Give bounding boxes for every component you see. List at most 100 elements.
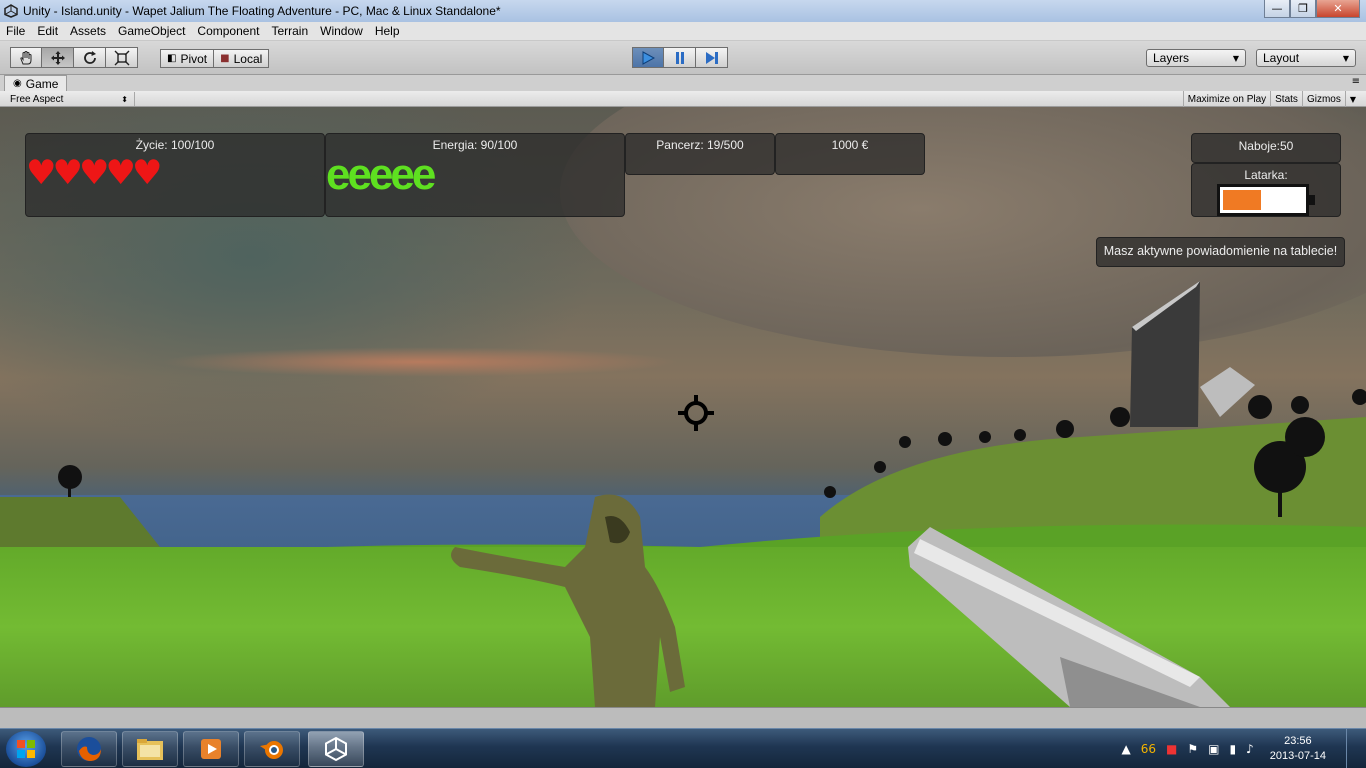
firefox-icon: [77, 737, 101, 761]
move-tool-button[interactable]: [42, 47, 74, 68]
taskbar-explorer[interactable]: [122, 731, 178, 767]
notification-text: Masz aktywne powiadomienie na tablecie!: [1103, 244, 1338, 258]
step-icon: [705, 51, 718, 64]
chevron-down-icon[interactable]: ▼: [1344, 91, 1360, 107]
health-hearts: ♥ ♥ ♥ ♥ ♥: [26, 156, 162, 190]
menu-assets[interactable]: Assets: [64, 24, 112, 38]
alien-creature: [451, 494, 685, 707]
unity-logo-icon: [3, 3, 19, 19]
unity-icon: [325, 736, 347, 762]
window-title: Unity - Island.unity - Wapet Jalium The …: [23, 4, 501, 18]
stats-toggle[interactable]: Stats: [1270, 91, 1302, 107]
rotate-tool-button[interactable]: [74, 47, 106, 68]
energy-panel: Energia: 90/100 eeeee: [325, 133, 625, 217]
close-button[interactable]: ✕: [1316, 0, 1360, 18]
rotate-icon: [83, 50, 96, 64]
armor-label: Pancerz: 19/500: [656, 138, 744, 152]
sunset-cloud: [160, 347, 680, 377]
clock-date: 2013-07-14: [1269, 750, 1326, 762]
flashlight-label: Latarka:: [1244, 168, 1288, 182]
system-tray: ▲ 66 ■ ⚑ ▣ ▮ ♪ 23:56 2013-07-14: [1121, 729, 1366, 768]
tab-game-label: Game: [25, 76, 59, 91]
menu-bar: File Edit Assets GameObject Component Te…: [0, 22, 1366, 41]
flashlight-panel: Latarka:: [1191, 163, 1341, 217]
cube-icon: ■: [220, 53, 230, 64]
scale-tool-button[interactable]: [106, 47, 138, 68]
play-icon: [642, 50, 655, 65]
menu-window[interactable]: Window: [314, 24, 369, 38]
local-button[interactable]: ■ Local: [214, 49, 270, 68]
move-arrows-icon: [50, 50, 65, 65]
windows-logo-icon: [17, 740, 35, 758]
battery-icon: [1217, 184, 1315, 216]
pivot-group: ◧ Pivot ■ Local: [160, 49, 270, 70]
start-button[interactable]: [6, 731, 46, 767]
menu-component[interactable]: Component: [191, 24, 265, 38]
taskbar-unity[interactable]: [308, 731, 364, 767]
windows-taskbar: ▲ 66 ■ ⚑ ▣ ▮ ♪ 23:56 2013-07-14: [0, 728, 1366, 768]
antivirus-icon[interactable]: ■: [1166, 742, 1177, 756]
local-label: Local: [233, 51, 263, 66]
battery-tip: [1309, 195, 1315, 205]
playback-controls: [632, 47, 728, 68]
menu-gameobject[interactable]: GameObject: [112, 24, 191, 38]
taskbar-media-player[interactable]: [183, 731, 239, 767]
transform-tools: [10, 47, 138, 68]
clock[interactable]: 23:56 2013-07-14: [1270, 734, 1326, 764]
status-bar: [0, 707, 1366, 728]
aspect-dropdown[interactable]: Free Aspect ⬍: [4, 92, 135, 106]
show-hidden-icons-icon[interactable]: ▲: [1121, 742, 1130, 756]
ammo-panel: Naboje:50: [1191, 133, 1341, 163]
minimize-button[interactable]: —: [1264, 0, 1290, 18]
pivot-icon: ◧: [167, 53, 177, 64]
game-view-toolbar: Free Aspect ⬍ Maximize on Play Stats Giz…: [0, 91, 1366, 107]
volume-icon[interactable]: ♪: [1246, 742, 1254, 756]
heart-icon: ♥: [131, 153, 163, 193]
health-panel: Życie: 100/100 ♥ ♥ ♥ ♥ ♥: [25, 133, 325, 217]
money-panel: 1000 €: [775, 133, 925, 175]
layout-dropdown[interactable]: Layout ▼: [1256, 49, 1356, 67]
show-desktop-button[interactable]: [1346, 729, 1358, 768]
network-signal-icon[interactable]: ▮: [1229, 742, 1236, 756]
menu-help[interactable]: Help: [369, 24, 406, 38]
taskbar-blender[interactable]: [244, 731, 300, 767]
maximize-button[interactable]: ❐: [1290, 0, 1316, 18]
tray-counter[interactable]: 66: [1141, 742, 1156, 756]
device-icon[interactable]: ▣: [1208, 742, 1219, 756]
maximize-on-play-toggle[interactable]: Maximize on Play: [1182, 91, 1270, 107]
chevron-down-icon: ▼: [1342, 53, 1349, 63]
hand-icon: [20, 50, 32, 64]
game-viewport[interactable]: Życie: 100/100 ♥ ♥ ♥ ♥ ♥ Energia: 90/100 eee…: [0, 107, 1366, 707]
play-button[interactable]: [632, 47, 664, 68]
game-controller-icon: ◉: [13, 78, 22, 89]
window-titlebar: Unity - Island.unity - Wapet Jalium The …: [0, 0, 1366, 22]
game-tab-bar: ◉ Game ≡: [0, 75, 1366, 91]
aspect-label: Free Aspect: [10, 93, 64, 105]
menu-edit[interactable]: Edit: [31, 24, 64, 38]
hand-tool-button[interactable]: [10, 47, 42, 68]
step-button[interactable]: [696, 47, 728, 68]
armor-panel: Pancerz: 19/500: [625, 133, 775, 175]
pivot-button[interactable]: ◧ Pivot: [160, 49, 215, 68]
money-label: 1000 €: [831, 138, 869, 152]
chevron-down-icon: ▼: [1232, 53, 1239, 63]
layers-dropdown[interactable]: Layers ▼: [1146, 49, 1246, 67]
notification-panel: Masz aktywne powiadomienie na tablecie!: [1096, 237, 1345, 267]
pause-button[interactable]: [664, 47, 696, 68]
pause-icon: [675, 51, 684, 64]
energy-glyphs: eeeee: [326, 150, 436, 199]
blender-icon: [260, 741, 283, 759]
gizmos-toggle[interactable]: Gizmos: [1301, 91, 1345, 107]
clock-time: 23:56: [1284, 735, 1312, 747]
taskbar-firefox[interactable]: [61, 731, 117, 767]
menu-file[interactable]: File: [0, 24, 31, 38]
action-center-flag-icon[interactable]: ⚑: [1187, 742, 1198, 756]
folder-icon: [137, 739, 163, 760]
ammo-label: Naboje:50: [1238, 139, 1294, 153]
menu-terrain[interactable]: Terrain: [265, 24, 314, 38]
scale-icon: [114, 50, 129, 65]
panel-menu-icon[interactable]: ≡: [1352, 76, 1360, 87]
battery-fill: [1223, 190, 1263, 210]
tab-game[interactable]: ◉ Game: [4, 75, 68, 91]
media-player-icon: [201, 739, 221, 759]
